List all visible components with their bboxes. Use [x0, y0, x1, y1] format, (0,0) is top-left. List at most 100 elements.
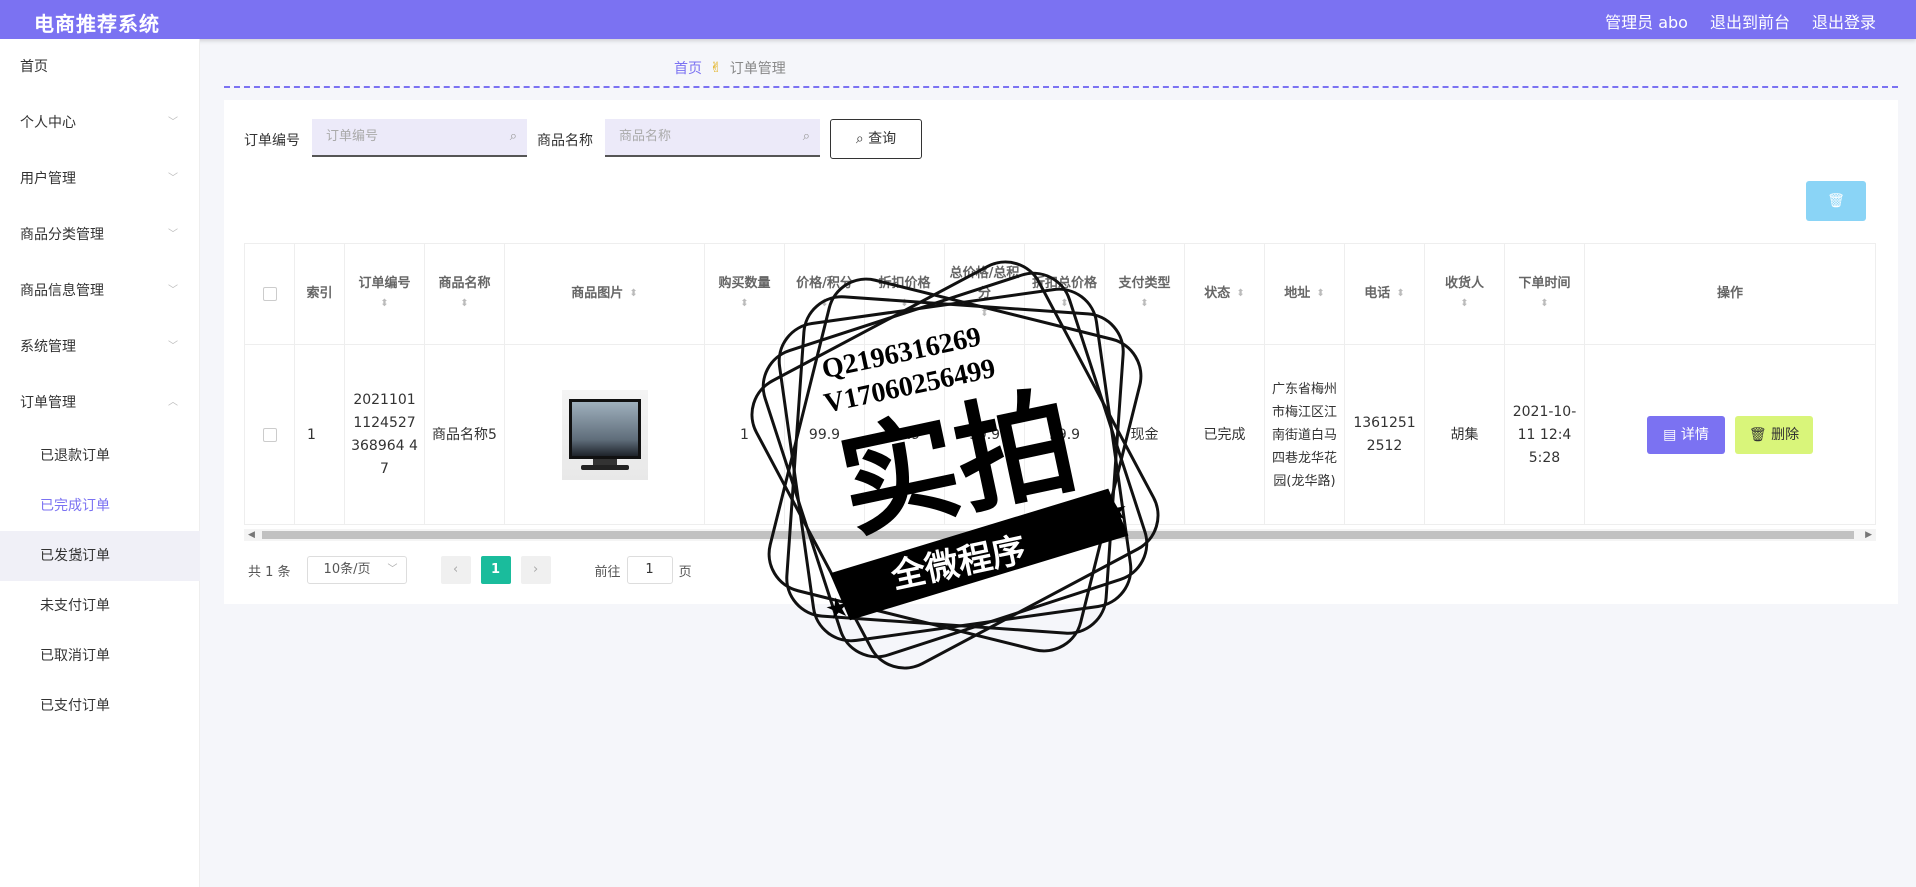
submenu-paid-orders[interactable]: 已支付订单 [0, 681, 200, 731]
total-count: 共 1 条 [248, 564, 291, 580]
sort-icon[interactable]: ⬍ [1140, 294, 1148, 314]
row-receiver-cell: 胡集 [1425, 345, 1505, 525]
column-header-receiver[interactable]: 收货人 ⬍ [1425, 244, 1505, 345]
row-address-cell: 广东省梅州市梅江区江南街道白马四巷龙华花园(龙华路) [1265, 345, 1345, 525]
sort-icon[interactable]: ⬍ [460, 294, 468, 314]
column-header-label: 下单时间 [1518, 276, 1571, 291]
column-header-phone[interactable]: 电话 ⬍ [1345, 244, 1425, 345]
column-header-discount-price[interactable]: 折扣价格 ⬍ [865, 244, 945, 345]
row-index-cell: 1 [295, 345, 345, 525]
column-header-product-image[interactable]: 商品图片 ⬍ [505, 244, 705, 345]
row-product-image-cell [505, 345, 705, 525]
row-checkbox[interactable] [262, 428, 277, 442]
sort-icon[interactable]: ⬍ [1060, 294, 1068, 314]
sidebar-item-label: 商品分类管理 [20, 227, 104, 243]
query-button-label: 查询 [868, 131, 897, 147]
submenu-shipped-orders[interactable]: 已发货订单 [0, 531, 200, 581]
select-all-checkbox[interactable] [262, 287, 277, 301]
logout-link[interactable]: 退出登录 [1812, 9, 1876, 33]
sort-icon[interactable]: ⬍ [1396, 284, 1404, 304]
prev-page-button[interactable]: ‹ [440, 556, 471, 584]
column-header-order-time[interactable]: 下单时间 ⬍ [1505, 244, 1585, 345]
column-header-discount-total[interactable]: 折扣总价格 ⬍ [1025, 244, 1105, 345]
sidebar-item-personal-center[interactable]: 个人中心 ﹀ [0, 101, 200, 145]
scroll-left-icon[interactable]: ◀ [248, 529, 255, 541]
sort-icon[interactable]: ⬍ [980, 304, 988, 324]
column-header-price[interactable]: 价格/积分 ⬍ [785, 244, 865, 345]
column-header-product-name[interactable]: 商品名称 ⬍ [425, 244, 505, 345]
sidebar-item-product-management[interactable]: 商品信息管理 ﹀ [0, 269, 200, 313]
breadcrumb-home[interactable]: 首页 [674, 58, 702, 78]
page-size-value: 10条/页 [323, 562, 371, 577]
submenu-label: 已支付订单 [40, 698, 110, 714]
chevron-down-icon: ﹀ [168, 285, 178, 296]
sort-icon[interactable]: ⬍ [629, 284, 637, 304]
sort-icon[interactable]: ⬍ [900, 294, 908, 314]
column-header-label: 订单编号 [358, 276, 411, 291]
sidebar-item-home[interactable]: 首页 [0, 45, 200, 89]
order-no-input[interactable]: 订单编号 ⌕ [312, 119, 527, 157]
column-header-label: 购买数量 [718, 276, 771, 291]
sort-icon[interactable]: ⬍ [740, 294, 748, 314]
goto-page-input[interactable]: 1 [626, 556, 673, 584]
admin-label: 管理员 abo [1605, 13, 1688, 32]
column-header-address[interactable]: 地址 ⬍ [1265, 244, 1345, 345]
sidebar-item-label: 用户管理 [20, 171, 76, 187]
column-header-label: 折扣价格 [878, 276, 931, 291]
product-name-input[interactable]: 商品名称 ⌕ [605, 119, 820, 157]
sort-icon[interactable]: ⬍ [1460, 294, 1468, 314]
query-button[interactable]: ⌕ 查询 [830, 119, 922, 159]
batch-delete-button[interactable]: 🗑 [1806, 181, 1866, 221]
column-header-quantity[interactable]: 购买数量 ⬍ [705, 244, 785, 345]
sidebar-item-order-management[interactable]: 订单管理 ︿ [0, 381, 200, 425]
detail-button[interactable]: ▤ 详情 [1647, 416, 1725, 454]
row-discount-price-cell: 99.9 [865, 345, 945, 525]
sidebar-item-category-management[interactable]: 商品分类管理 ﹀ [0, 213, 200, 257]
submenu-refunded-orders[interactable]: 已退款订单 [0, 431, 200, 481]
next-page-button[interactable]: › [520, 556, 551, 584]
row-order-no-cell: 20211011124527368964 47 [345, 345, 425, 525]
sidebar-item-user-management[interactable]: 用户管理 ﹀ [0, 157, 200, 201]
page-suffix: 页 [678, 564, 692, 580]
sidebar-item-system-management[interactable]: 系统管理 ﹀ [0, 325, 200, 369]
orders-table: 索引 订单编号 ⬍ 商品名称 ⬍ 商品图片 ⬍ 购买数量 ⬍ 价格/积分 ⬍ 折扣价格 ⬍ … [244, 243, 1876, 525]
submenu-label: 已取消订单 [40, 648, 110, 664]
column-header-status[interactable]: 状态 ⬍ [1185, 244, 1265, 345]
row-quantity-cell: 1 [705, 345, 785, 525]
sidebar-item-label: 首页 [20, 59, 48, 75]
chevron-down-icon: ﹀ [168, 117, 178, 128]
column-header-actions: 操作 [1585, 244, 1875, 345]
submenu-label: 已退款订单 [40, 448, 110, 464]
page-size-select[interactable]: 10条/页 ﹀ [306, 556, 407, 584]
column-header-label: 商品名称 [438, 276, 491, 291]
page-number-button[interactable]: 1 [480, 556, 511, 584]
column-header-total-price[interactable]: 总价格/总积分 ⬍ [945, 244, 1025, 345]
column-header-payment-type[interactable]: 支付类型 ⬍ [1105, 244, 1185, 345]
delete-button-label: 删除 [1771, 427, 1800, 443]
delete-button[interactable]: 🗑 删除 [1735, 416, 1813, 454]
hand-icon: ✌ [710, 60, 722, 76]
product-name-placeholder: 商品名称 [619, 129, 672, 144]
to-front-link[interactable]: 退出到前台 [1710, 9, 1790, 33]
chevron-left-icon: ‹ [452, 562, 459, 577]
sort-icon[interactable]: ⬍ [1540, 294, 1548, 314]
sort-icon[interactable]: ⬍ [380, 294, 388, 314]
sort-icon[interactable]: ⬍ [1316, 284, 1324, 304]
horizontal-scrollbar[interactable]: ◀ ▶ [244, 529, 1876, 541]
product-image[interactable] [561, 390, 648, 480]
sort-icon[interactable]: ⬍ [820, 294, 828, 314]
sort-icon[interactable]: ⬍ [1236, 284, 1244, 304]
chevron-down-icon: ﹀ [168, 341, 178, 352]
scroll-right-icon[interactable]: ▶ [1865, 529, 1872, 541]
column-header-label: 价格/积分 [796, 276, 853, 291]
submenu-cancelled-orders[interactable]: 已取消订单 [0, 631, 200, 681]
row-order-time-cell: 2021-10-11 12:45:28 [1505, 345, 1585, 525]
pagination: 共 1 条 10条/页 ﹀ ‹ 1 › 前往 1 页 [248, 556, 692, 584]
column-header-order-no[interactable]: 订单编号 ⬍ [345, 244, 425, 345]
row-phone-cell: 13612512512 [1345, 345, 1425, 525]
column-header-label: 地址 [1284, 286, 1311, 301]
submenu-completed-orders[interactable]: 已完成订单 [0, 481, 200, 531]
scrollbar-thumb[interactable] [262, 531, 1854, 539]
column-header-label: 总价格/总积分 [949, 266, 1020, 301]
submenu-unpaid-orders[interactable]: 未支付订单 [0, 581, 200, 631]
